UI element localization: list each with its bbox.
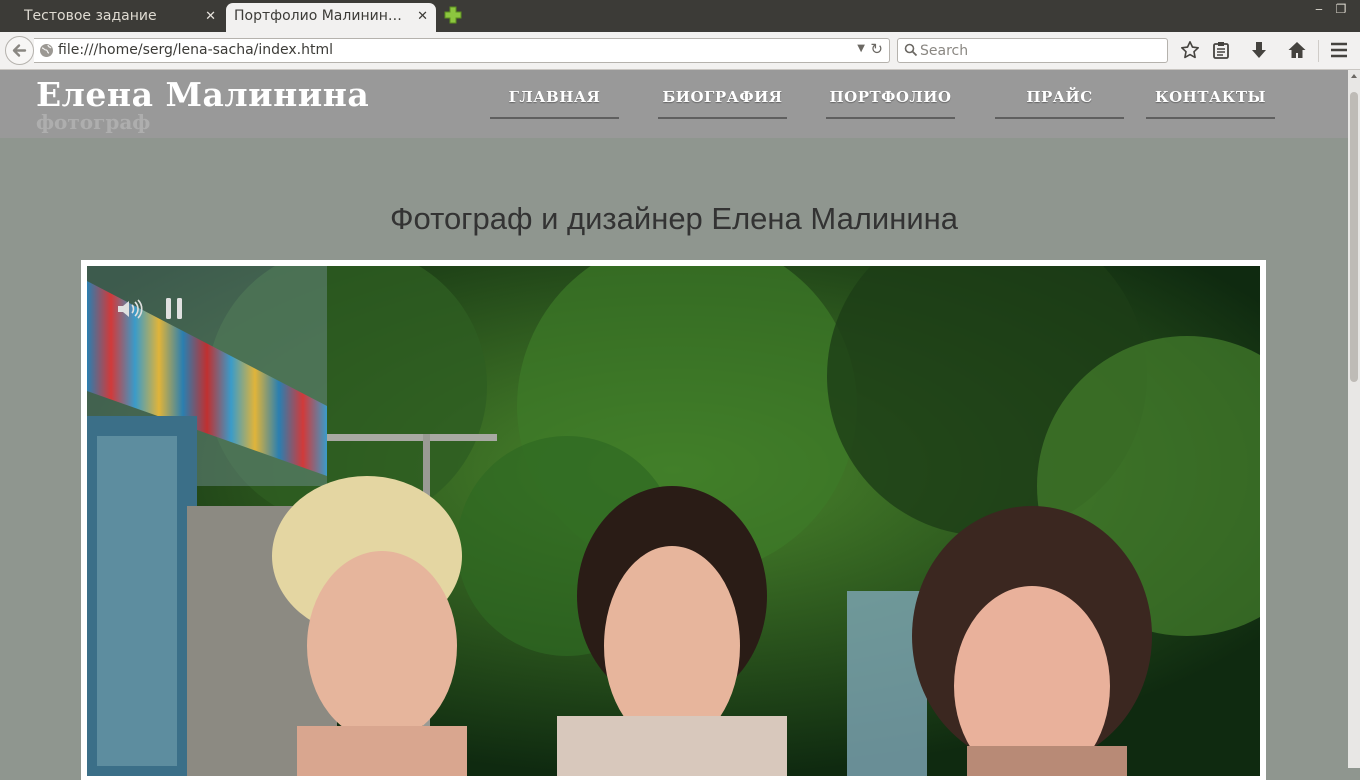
window-controls: ‒ ❐ [1308,2,1352,16]
nav-biography[interactable]: БИОГРАФИЯ [658,87,787,119]
tab-label: Портфолио Малинин… [234,8,402,24]
pause-icon[interactable] [165,297,185,321]
scroll-up-arrow-icon[interactable] [1348,70,1360,82]
clipboard-icon[interactable] [1211,40,1231,60]
slideshow-photo[interactable] [87,266,1260,776]
url-bar[interactable]: file:///home/serg/lena-sacha/index.html … [34,38,890,63]
star-icon[interactable] [1180,40,1200,60]
speaker-icon[interactable] [116,297,144,321]
tab-close-icon[interactable]: ✕ [417,3,428,30]
search-bar[interactable] [897,38,1168,63]
home-icon[interactable] [1287,40,1307,60]
url-text: file:///home/serg/lena-sacha/index.html [58,42,334,58]
nav-price[interactable]: ПРАЙС [995,87,1124,119]
globe-icon [40,44,53,57]
site-header: Елена Малинина фотограф ГЛАВНАЯ БИОГРАФИ… [0,70,1348,138]
nav-contacts[interactable]: КОНТАКТЫ [1146,87,1275,119]
new-tab-plus-icon[interactable] [444,6,462,24]
tab-label: Тестовое задание [24,8,157,24]
back-button[interactable] [5,36,34,65]
browser-tab[interactable]: Тестовое задание ✕ [2,3,224,32]
search-input[interactable] [920,41,1160,60]
page-scrollbar[interactable] [1348,70,1360,768]
site-subtitle: фотограф [36,110,151,134]
hamburger-menu-icon[interactable] [1329,40,1349,60]
toolbar-separator [1318,40,1319,62]
browser-nav-bar: file:///home/serg/lena-sacha/index.html … [0,32,1360,70]
minimize-icon[interactable]: ‒ [1308,2,1330,16]
back-arrow-icon [12,44,27,57]
photo-image [87,266,1260,776]
restore-icon[interactable]: ❐ [1330,2,1352,16]
scrollbar-thumb[interactable] [1350,92,1358,382]
browser-tab-bar: Тестовое задание ✕ Портфолио Малинин… ✕ … [0,0,1360,32]
nav-home[interactable]: ГЛАВНАЯ [490,87,619,119]
download-arrow-icon[interactable] [1249,40,1269,60]
url-dropdown-icon[interactable]: ▼ [857,43,865,54]
reload-icon[interactable]: ↻ [870,40,883,58]
tab-close-icon[interactable]: ✕ [205,3,216,30]
site-title[interactable]: Елена Малинина [36,75,369,115]
nav-portfolio[interactable]: ПОРТФОЛИО [826,87,955,119]
browser-tab-active[interactable]: Портфолио Малинин… ✕ [226,3,436,32]
page-heading: Фотограф и дизайнер Елена Малинина [389,201,959,236]
search-icon [904,43,918,57]
